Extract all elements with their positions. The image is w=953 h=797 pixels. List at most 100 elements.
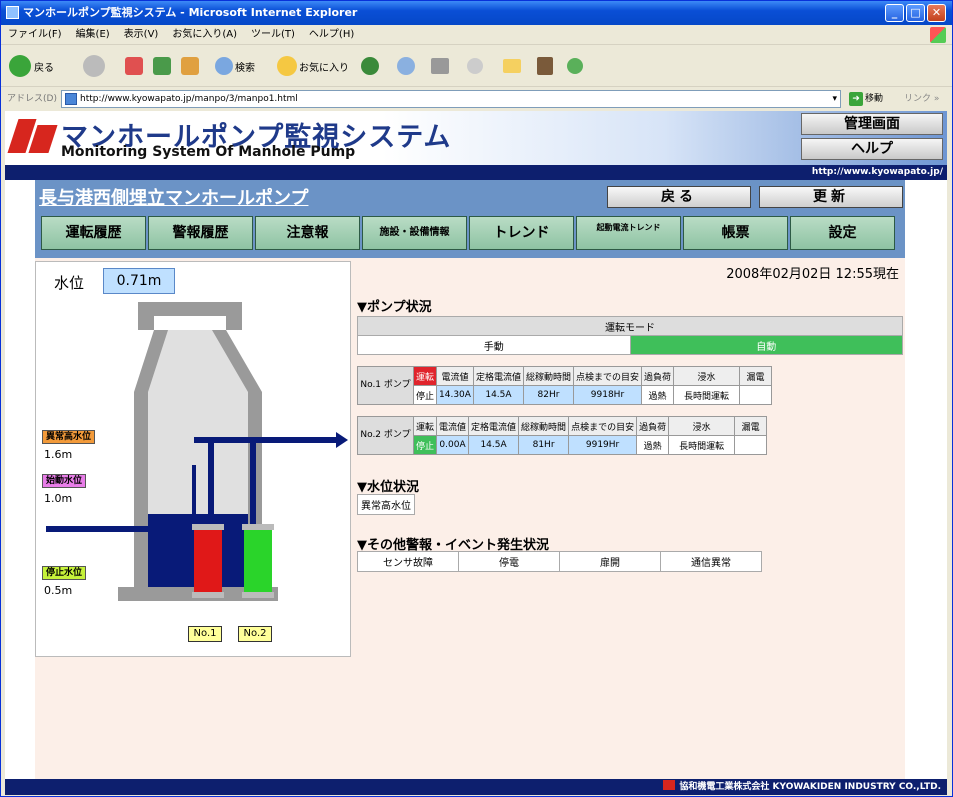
close-button[interactable]: ✕ xyxy=(927,4,946,22)
pump-1-stop: 停止 xyxy=(412,385,438,405)
search-icon xyxy=(215,57,233,75)
high-water-level-tag: 異常高水位 xyxy=(42,430,96,444)
pump-2-hours: 81Hr xyxy=(518,435,570,455)
window-title: マンホールポンプ監視システム - Microsoft Internet Expl… xyxy=(23,6,358,19)
minimize-button[interactable]: _ xyxy=(885,4,904,22)
company-name: 協和機電工業株式会社 KYOWAKIDEN INDUSTRY CO.,LTD. xyxy=(679,782,941,792)
tab-alarm-history[interactable]: 警報履歴 xyxy=(148,216,253,250)
edit-button[interactable] xyxy=(467,54,483,78)
tab-trend[interactable]: トレンド xyxy=(469,216,574,250)
pump-2-run: 運転 xyxy=(412,416,438,436)
event-communication-error: 通信異常 xyxy=(660,551,762,572)
tab-startup-current-trend[interactable]: 起動電流トレンド xyxy=(576,216,681,250)
pump-1-leak-header: 漏電 xyxy=(739,366,772,386)
pump-1-run: 運転 xyxy=(412,366,438,386)
folder-button[interactable] xyxy=(503,54,521,78)
stop-icon xyxy=(125,57,143,75)
maximize-button[interactable]: □ xyxy=(906,4,925,22)
web-page: マンホールポンプ監視システム Monitoring System Of Manh… xyxy=(5,111,947,795)
mail-button[interactable] xyxy=(397,54,415,78)
pump-1-name: No.1 ポンプ xyxy=(357,366,414,405)
menu-view[interactable]: 表示(V) xyxy=(117,25,166,45)
edit-icon xyxy=(467,58,483,74)
refresh-page-button[interactable]: 更新 xyxy=(759,186,903,208)
pump-1-leak xyxy=(739,385,772,405)
pump-1-hours: 82Hr xyxy=(522,385,574,405)
menu-tools[interactable]: ツール(T) xyxy=(244,25,302,45)
menu-help[interactable]: ヘルプ(H) xyxy=(302,25,361,45)
star-icon xyxy=(277,56,297,76)
site-url[interactable]: http://www.kyowapato.jp/ xyxy=(5,165,947,180)
media-button[interactable] xyxy=(361,54,379,78)
messenger-button[interactable] xyxy=(567,54,583,78)
run-mode-table: 運転モード 手動 自動 xyxy=(357,316,903,355)
events-table: センサ故障 停電 扉開 通信異常 xyxy=(357,551,762,572)
tab-warning[interactable]: 注意報 xyxy=(255,216,360,250)
home-icon xyxy=(181,57,199,75)
menu-favorites[interactable]: お気に入り(A) xyxy=(165,25,244,45)
media-icon xyxy=(361,57,379,75)
favorites-button[interactable]: お気に入り xyxy=(277,54,349,78)
site-title[interactable]: 長与港西側埋立マンホールポンプ xyxy=(39,184,308,210)
address-bar: アドレス(D) http://www.kyowapato.jp/manpo/3/… xyxy=(1,88,952,110)
pump-2-flood-header: 浸水 xyxy=(668,416,736,436)
address-label: アドレス(D) xyxy=(7,94,57,104)
pump-2-name: No.2 ポンプ xyxy=(357,416,414,455)
admin-button[interactable]: 管理画面 xyxy=(801,113,943,135)
home-button[interactable] xyxy=(181,54,199,78)
pump-2-leak-header: 漏電 xyxy=(734,416,768,436)
pump-status-heading: ▼ポンプ状況 xyxy=(357,300,432,315)
go-arrow-icon: ➜ xyxy=(849,92,863,106)
tab-facility-info[interactable]: 施設・設備情報 xyxy=(362,216,467,250)
go-button[interactable]: ➜ 移動 xyxy=(849,91,883,107)
tab-report[interactable]: 帳票 xyxy=(683,216,788,250)
pump-1-inspection-header: 点検までの目安 xyxy=(572,366,642,386)
event-power-outage: 停電 xyxy=(458,551,560,572)
pump-1-overload-header: 過負荷 xyxy=(640,366,675,386)
company-logo xyxy=(7,119,58,153)
menu-file[interactable]: ファイル(F) xyxy=(1,25,69,45)
menu-bar: ファイル(F) 編集(E) 表示(V) お気に入り(A) ツール(T) ヘルプ(H) xyxy=(1,25,952,45)
reload-button[interactable] xyxy=(153,54,171,78)
start-water-level-value: 1.0m xyxy=(44,492,73,505)
pump-1-flood-header: 浸水 xyxy=(673,366,740,386)
pump-2-hours-header: 総稼動時間 xyxy=(518,416,570,436)
pump-1-current: 14.30A xyxy=(436,385,474,405)
browser-toolbar: 戻る 検索 お気に入り xyxy=(1,45,952,87)
research-button[interactable] xyxy=(537,54,553,78)
mode-auto: 自動 xyxy=(629,335,903,355)
search-button[interactable]: 検索 xyxy=(215,54,255,78)
messenger-icon xyxy=(567,58,583,74)
pump-2-current-header: 電流値 xyxy=(436,416,470,436)
address-input[interactable]: http://www.kyowapato.jp/manpo/3/manpo1.h… xyxy=(61,90,841,108)
run-mode-label: 運転モード xyxy=(357,316,903,336)
pump-2-overload: 過熱 xyxy=(636,435,670,455)
forward-button[interactable] xyxy=(83,54,105,78)
title-bar: マンホールポンプ監視システム - Microsoft Internet Expl… xyxy=(1,1,952,25)
print-button[interactable] xyxy=(431,54,449,78)
pump-1-inspection: 9918Hr xyxy=(572,385,642,405)
nav-tabs: 運転履歴 警報履歴 注意報 施設・設備情報 トレンド 起動電流トレンド 帳票 設… xyxy=(41,216,895,250)
pump-1-overload: 過熱 xyxy=(640,385,675,405)
back-button[interactable]: 戻る xyxy=(9,54,54,78)
book-icon xyxy=(537,57,553,75)
back-page-button[interactable]: 戻る xyxy=(607,186,751,208)
dropdown-arrow-icon[interactable]: ▾ xyxy=(832,91,837,107)
pump-2-table: No.2 ポンプ 運転 電流値 定格電流値 総稼動時間 点検までの目安 過負荷 … xyxy=(357,416,768,455)
tab-settings[interactable]: 設定 xyxy=(790,216,895,250)
pump-2-flood: 長時間運転 xyxy=(668,435,736,455)
forward-arrow-icon xyxy=(83,55,105,77)
stop-water-level-tag: 停止水位 xyxy=(42,566,87,580)
mode-manual: 手動 xyxy=(357,335,631,355)
stop-button[interactable] xyxy=(125,54,143,78)
event-sensor-failure: センサ故障 xyxy=(357,551,459,572)
tab-operation-history[interactable]: 運転履歴 xyxy=(41,216,146,250)
browser-window: マンホールポンプ監視システム - Microsoft Internet Expl… xyxy=(0,0,953,797)
pump-1-hours-header: 総稼動時間 xyxy=(522,366,574,386)
menu-edit[interactable]: 編集(E) xyxy=(69,25,117,45)
pump-1-table: No.1 ポンプ 運転 電流値 定格電流値 総稼動時間 点検までの目安 過負荷 … xyxy=(357,366,772,405)
company-logo-icon xyxy=(663,780,676,790)
help-button[interactable]: ヘルプ xyxy=(801,138,943,160)
pump-1-rated: 14.5A xyxy=(472,385,524,405)
links-button[interactable]: リンク » xyxy=(904,88,939,110)
